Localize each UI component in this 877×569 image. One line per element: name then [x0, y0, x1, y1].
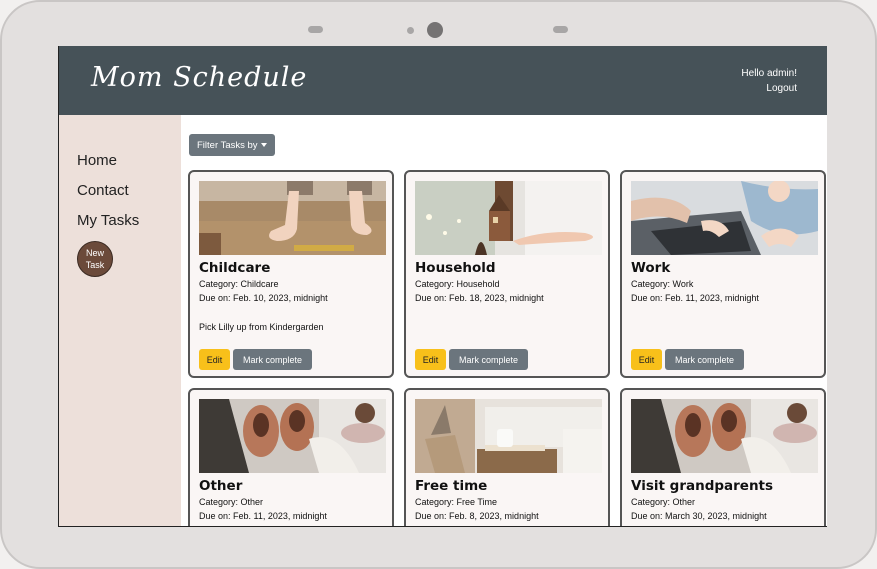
task-due-date: Due on: Feb. 11, 2023, midnight [199, 511, 327, 521]
sensor-dot-icon [407, 27, 414, 34]
edit-button[interactable]: Edit [199, 349, 230, 370]
task-card: Household Category: Household Due on: Fe… [404, 170, 610, 378]
user-menu: Hello admin! Logout [741, 66, 797, 96]
caret-down-icon [260, 143, 267, 147]
task-due-date: Due on: Feb. 10, 2023, midnight [199, 293, 328, 303]
sensor-left-icon [308, 26, 323, 33]
task-card: Visit grandparents Category: Other Due o… [620, 388, 826, 526]
filter-dropdown-button[interactable]: Filter Tasks by [189, 134, 275, 156]
task-card: Other Category: Other Due on: Feb. 11, 2… [188, 388, 394, 526]
task-category: Category: Household [415, 279, 500, 289]
task-due-date: Due on: Feb. 18, 2023, midnight [415, 293, 544, 303]
sidebar-item-contact[interactable]: Contact [77, 182, 129, 199]
edit-button[interactable]: Edit [415, 349, 446, 370]
task-card: Free time Category: Free Time Due on: Fe… [404, 388, 610, 526]
task-description: Pick Lilly up from Kindergarden [199, 322, 324, 332]
task-title: Work [631, 260, 671, 276]
task-title: Household [415, 260, 496, 276]
task-title: Childcare [199, 260, 271, 276]
task-category: Category: Work [631, 279, 694, 289]
task-image [199, 399, 386, 473]
filter-label: Filter Tasks by [197, 139, 258, 151]
task-due-date: Due on: March 30, 2023, midnight [631, 511, 767, 521]
task-card: Childcare Category: Childcare Due on: Fe… [188, 170, 394, 378]
task-card: Work Category: Work Due on: Feb. 11, 202… [620, 170, 826, 378]
logout-link[interactable]: Logout [741, 81, 797, 96]
top-navbar: Mom Schedule Hello admin! Logout [59, 46, 827, 115]
task-category: Category: Childcare [199, 279, 279, 289]
task-image [631, 399, 818, 473]
task-title: Other [199, 478, 243, 494]
mark-complete-button[interactable]: Mark complete [233, 349, 312, 370]
mark-complete-button[interactable]: Mark complete [665, 349, 744, 370]
task-category: Category: Other [199, 497, 264, 507]
mark-complete-button[interactable]: Mark complete [449, 349, 528, 370]
tablet-frame: Mom Schedule Hello admin! Logout Home Co… [0, 0, 877, 569]
task-category: Category: Other [631, 497, 696, 507]
task-image [415, 399, 602, 473]
camera-icon [427, 22, 443, 38]
sidebar-item-home[interactable]: Home [77, 152, 117, 169]
app-screen: Mom Schedule Hello admin! Logout Home Co… [58, 46, 827, 527]
greeting-text: Hello admin! [741, 68, 797, 79]
edit-button[interactable]: Edit [631, 349, 662, 370]
task-category: Category: Free Time [415, 497, 498, 507]
new-task-button[interactable]: New Task [77, 241, 113, 277]
task-image [199, 181, 386, 255]
sidebar-item-my-tasks[interactable]: My Tasks [77, 212, 139, 229]
task-image [631, 181, 818, 255]
sensor-right-icon [553, 26, 568, 33]
sidebar: Home Contact My Tasks New Task [59, 115, 181, 526]
task-title: Free time [415, 478, 488, 494]
task-image [415, 181, 602, 255]
task-due-date: Due on: Feb. 8, 2023, midnight [415, 511, 539, 521]
task-title: Visit grandparents [631, 478, 774, 494]
task-due-date: Due on: Feb. 11, 2023, midnight [631, 293, 759, 303]
app-title[interactable]: Mom Schedule [91, 62, 307, 93]
task-board: Filter Tasks by Childcare Category: Chil… [181, 115, 827, 526]
